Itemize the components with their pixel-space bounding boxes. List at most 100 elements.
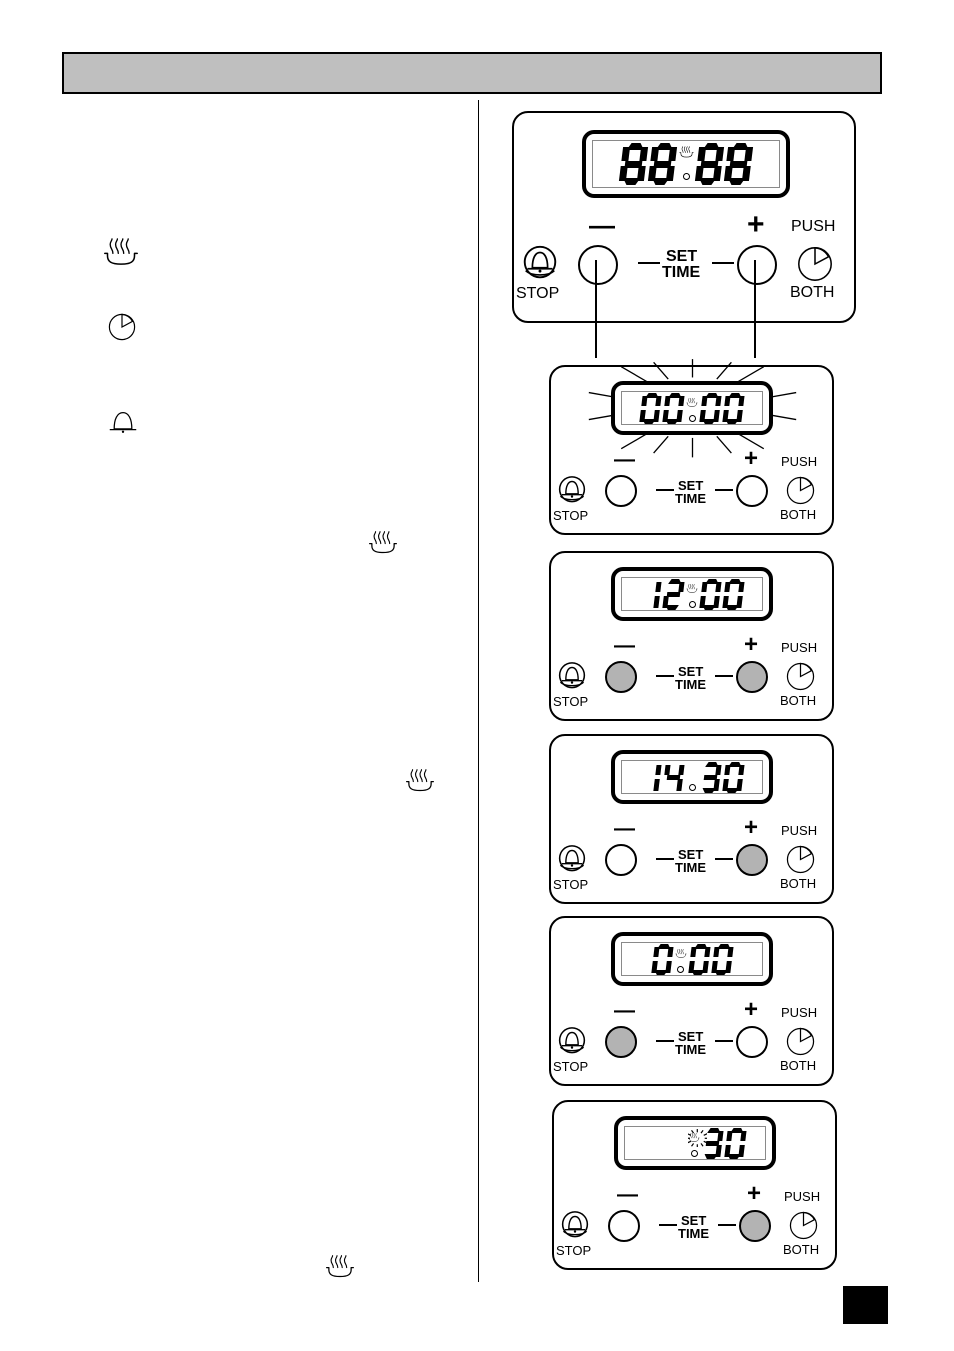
plus-button[interactable] — [736, 475, 768, 507]
segment-f — [724, 581, 731, 592]
segment-c — [715, 1144, 722, 1156]
segment-f — [641, 395, 648, 406]
segment-c — [736, 409, 743, 421]
segment-b — [715, 146, 725, 162]
segment-b — [678, 581, 685, 592]
time-label: TIME — [662, 264, 701, 281]
segment-b — [738, 581, 745, 592]
minus-symbol: — — [617, 1183, 638, 1206]
minus-button[interactable] — [605, 1026, 637, 1058]
lcd-colon-area — [687, 1128, 707, 1159]
segment-b — [744, 146, 754, 162]
set-time-dash-right — [715, 858, 733, 860]
plus-symbol: + — [747, 208, 765, 241]
seven-segment-digit — [722, 762, 745, 793]
seven-segment-digit — [639, 579, 662, 610]
plus-button[interactable] — [736, 661, 768, 693]
segment-c — [664, 960, 672, 972]
seven-segment-digit — [699, 579, 722, 610]
segment-c — [724, 960, 732, 972]
segment-c — [736, 595, 743, 607]
push-both-button[interactable] — [789, 1211, 818, 1240]
minus-button[interactable] — [608, 1210, 640, 1242]
both-label: BOTH — [780, 876, 817, 891]
segment-c — [736, 778, 743, 790]
lcd-screen — [624, 1126, 766, 1160]
segment-f — [664, 764, 671, 775]
segment-f — [621, 146, 631, 162]
set-time-dash-right — [712, 262, 734, 264]
segment-c — [738, 1144, 745, 1156]
minus-button[interactable] — [605, 661, 637, 693]
segment-f — [689, 946, 697, 957]
lcd-colon-dot — [688, 783, 696, 791]
stop-button[interactable] — [555, 659, 589, 693]
seven-segment-digit — [723, 143, 754, 185]
stop-button[interactable] — [555, 473, 589, 507]
stop-button[interactable] — [519, 242, 561, 284]
lcd-colon-dot — [688, 414, 696, 422]
stop-label: STOP — [553, 694, 589, 709]
stop-button[interactable] — [558, 1208, 592, 1242]
segment-f — [664, 395, 671, 406]
push-both-button[interactable] — [786, 476, 815, 505]
plus-symbol: + — [744, 996, 759, 1023]
segment-f — [726, 146, 736, 162]
plus-button[interactable] — [737, 245, 777, 285]
segment-c — [676, 409, 683, 421]
lcd-heat-indicator-icon — [686, 394, 698, 412]
both-label: BOTH — [780, 507, 817, 522]
segment-c — [665, 165, 675, 182]
minus-symbol: — — [614, 634, 635, 657]
lcd-display — [611, 932, 773, 986]
push-both-button[interactable] — [786, 845, 815, 874]
minus-symbol: — — [614, 448, 635, 471]
segment-b — [666, 946, 674, 957]
lcd-screen — [621, 942, 763, 976]
segment-c — [713, 595, 720, 607]
lcd-digit-row — [622, 943, 762, 975]
plus-button[interactable] — [736, 1026, 768, 1058]
lcd-heat-indicator-icon — [675, 945, 687, 963]
lcd-display — [611, 567, 773, 621]
minus-button[interactable] — [578, 245, 618, 285]
minus-button[interactable] — [605, 844, 637, 876]
set-time-dash-right — [715, 489, 733, 491]
segment-b — [738, 395, 745, 406]
stop-label: STOP — [553, 508, 589, 523]
push-both-button[interactable] — [797, 246, 833, 282]
both-label: BOTH — [790, 284, 835, 301]
segment-c — [653, 778, 660, 790]
seven-segment-digit — [662, 393, 685, 424]
minus-button[interactable] — [605, 475, 637, 507]
stop-button[interactable] — [555, 1024, 589, 1058]
connector-line-minus — [595, 260, 597, 358]
segment-c — [713, 778, 720, 790]
seven-segment-digit — [618, 143, 649, 185]
lcd-display — [611, 750, 773, 804]
plus-button[interactable] — [739, 1210, 771, 1242]
push-both-button[interactable] — [786, 662, 815, 691]
segment-f — [701, 581, 708, 592]
segment-f — [650, 146, 660, 162]
segment-b — [738, 764, 745, 775]
timer-panel: STOP — SET TIME + PUSH BOTH — [549, 551, 834, 721]
column-divider — [478, 100, 479, 1282]
segment-c — [636, 165, 646, 182]
both-label: BOTH — [783, 1242, 820, 1257]
stop-button[interactable] — [555, 842, 589, 876]
seven-segment-digit — [650, 944, 674, 975]
segment-f — [701, 395, 708, 406]
segment-f — [724, 395, 731, 406]
plus-symbol: + — [744, 631, 759, 658]
timer-panel: STOP — SET TIME + PUSH BOTH — [549, 734, 834, 904]
push-label: PUSH — [781, 640, 818, 655]
set-time-dash-left — [656, 489, 674, 491]
bell-alarm-icon — [108, 409, 518, 434]
segment-f — [726, 1130, 733, 1141]
push-both-button[interactable] — [786, 1027, 815, 1056]
segment-b — [678, 764, 685, 775]
segment-f — [652, 946, 660, 957]
seven-segment-digit — [639, 393, 662, 424]
plus-button[interactable] — [736, 844, 768, 876]
